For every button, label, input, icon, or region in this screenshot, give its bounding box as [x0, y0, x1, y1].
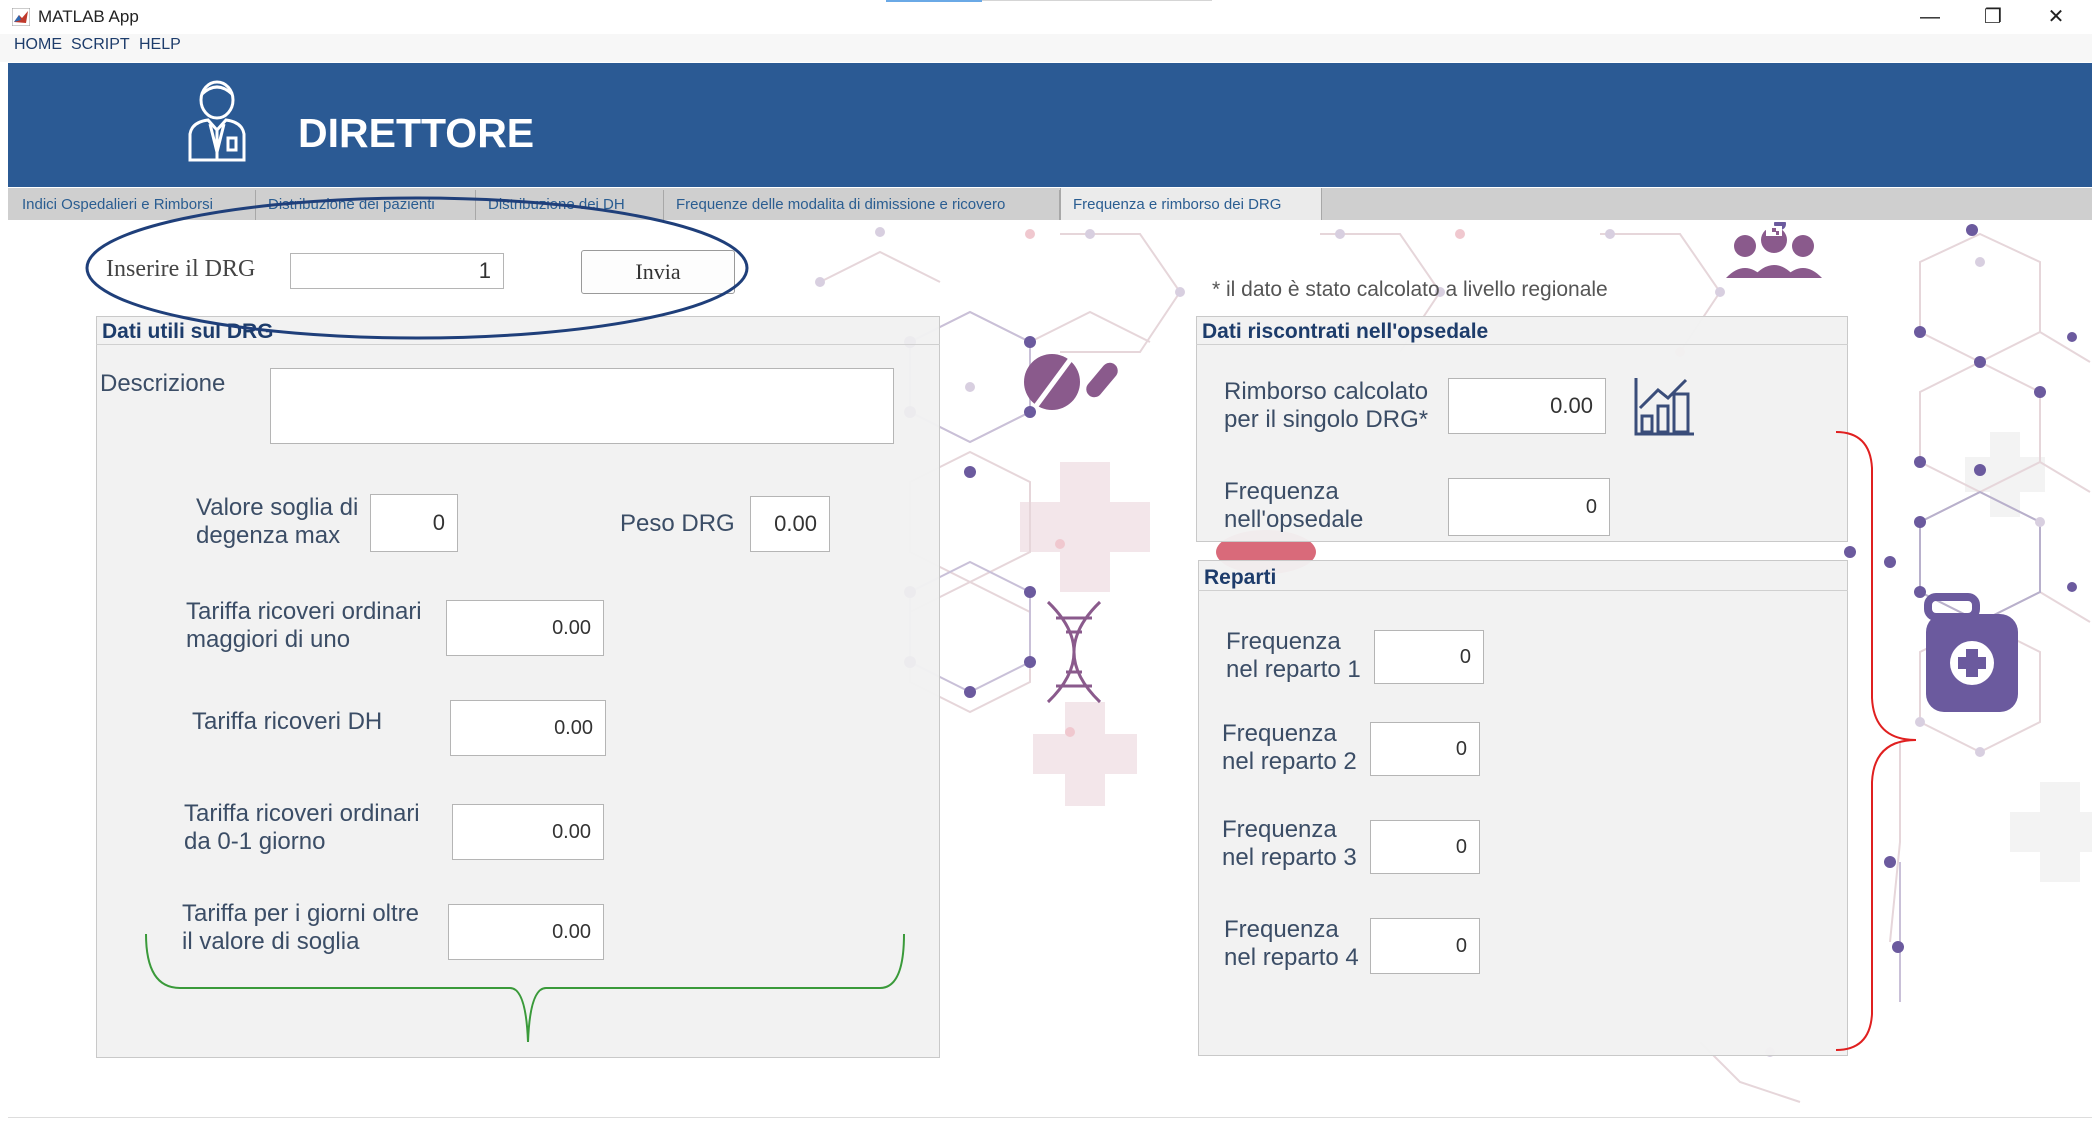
- rimborso-label-2: per il singolo DRG*: [1224, 406, 1429, 433]
- restore-button[interactable]: ❐: [1963, 2, 2023, 32]
- menu-bar: [0, 34, 2092, 62]
- page-title: DIRETTORE: [298, 110, 535, 156]
- window-title: MATLAB App: [38, 7, 139, 26]
- tariffa-01-label-2: da 0-1 giorno: [184, 828, 326, 855]
- rimborso-field[interactable]: [1448, 378, 1606, 434]
- reparto-2-label-1: Frequenza: [1222, 720, 1337, 747]
- medical-bag-icon: [1924, 593, 2018, 712]
- medical-team-icon: [1726, 226, 1822, 278]
- bar-chart-icon: [1634, 378, 1694, 436]
- tab-frequenza-rimborso-drg[interactable]: Frequenza e rimborso dei DRG: [1060, 188, 1322, 220]
- reparto-1-field[interactable]: [1374, 630, 1484, 684]
- reparto-1-label-1: Frequenza: [1226, 628, 1341, 655]
- reparto-4-label-2: nel reparto 4: [1224, 944, 1359, 971]
- descrizione-label: Descrizione: [100, 370, 226, 397]
- reparto-1-label-2: nel reparto 1: [1226, 656, 1361, 683]
- reparto-4-label-1: Frequenza: [1224, 916, 1339, 943]
- regional-note: * il dato è stato calcolato a livello re…: [1212, 278, 1608, 301]
- valore-soglia-field[interactable]: [370, 494, 458, 552]
- matlab-logo-icon: [12, 8, 30, 26]
- reparto-3-label-1: Frequenza: [1222, 816, 1337, 843]
- reparto-3-field[interactable]: [1370, 820, 1480, 874]
- valore-soglia-label-1: Valore soglia di: [196, 494, 359, 521]
- valore-soglia-label-2: degenza max: [196, 522, 341, 549]
- menu-script[interactable]: SCRIPT: [71, 36, 130, 54]
- reparto-2-field[interactable]: [1370, 722, 1480, 776]
- tariffa-dh-label: Tariffa ricoveri DH: [192, 708, 383, 735]
- reparti-panel-divider: [1198, 590, 1848, 591]
- window-bottom-border: [8, 1117, 2092, 1118]
- annotation-red-brace: [1835, 431, 1917, 1051]
- reparti-panel-title: Reparti: [1204, 566, 1277, 589]
- tariffa-01-label-1: Tariffa ricoveri ordinari: [184, 800, 420, 827]
- frequenza-ospedale-field[interactable]: [1448, 478, 1610, 536]
- peso-drg-label: Peso DRG: [620, 510, 735, 537]
- tariffa-ordinari-field[interactable]: [446, 600, 604, 656]
- rimborso-label-1: Rimborso calcolato: [1224, 378, 1429, 405]
- reparto-3-label-2: nel reparto 3: [1222, 844, 1357, 871]
- descrizione-field[interactable]: [270, 368, 894, 444]
- ospedale-panel-title: Dati riscontrati nell'opsedale: [1202, 320, 1489, 343]
- tariffa-ordinari-label-2: maggiori di uno: [186, 626, 351, 653]
- close-button[interactable]: ✕: [2026, 2, 2086, 32]
- frequenza-ospedale-label-1: Frequenza: [1224, 478, 1339, 505]
- menu-help[interactable]: HELP: [139, 36, 181, 54]
- tariffa-dh-field[interactable]: [450, 700, 606, 756]
- frequenza-ospedale-label-2: nell'opsedale: [1224, 506, 1364, 533]
- reparto-2-label-2: nel reparto 2: [1222, 748, 1357, 775]
- peso-drg-field[interactable]: [750, 496, 830, 552]
- dna-icon: [1046, 600, 1102, 704]
- doctor-icon: [188, 80, 246, 162]
- ospedale-panel-divider: [1196, 344, 1848, 345]
- reparto-4-field[interactable]: [1370, 918, 1480, 974]
- minimize-button[interactable]: —: [1900, 2, 1960, 32]
- title-divider: [982, 0, 1212, 1]
- title-accent: [886, 0, 982, 2]
- tariffa-ordinari-label-1: Tariffa ricoveri ordinari: [186, 598, 422, 625]
- tariffa-oltre-label-1: Tariffa per i giorni oltre: [182, 900, 419, 927]
- title-bar: [0, 0, 2092, 34]
- menu-home[interactable]: HOME: [14, 36, 62, 54]
- annotation-green-brace: [145, 933, 905, 1043]
- tariffa-01-field[interactable]: [452, 804, 604, 860]
- annotation-ellipse: [85, 196, 749, 340]
- pills-icon: [1024, 354, 1118, 410]
